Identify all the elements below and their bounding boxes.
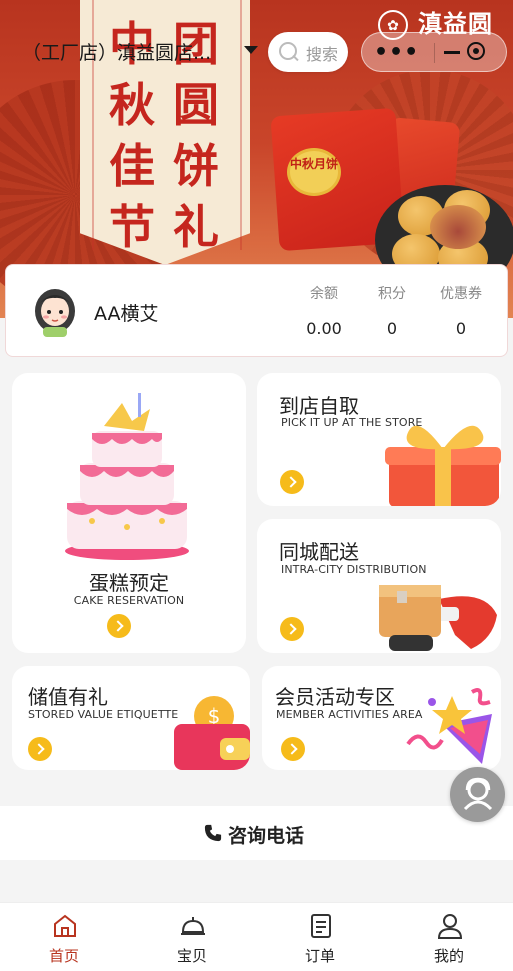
member-card[interactable]: AA横艾 余额 0.00 积分 0 优惠券 0 [5,264,508,357]
store-selector[interactable]: （工厂店）滇益圆店... [22,38,211,65]
mooncake-badge: 中秋月饼 [287,148,341,196]
tab-orders[interactable]: 订单 [256,903,384,971]
search-icon-handle [292,54,299,62]
dome-icon [181,917,205,935]
cake-title: 蛋糕预定 [89,571,169,595]
customer-service-icon [463,777,493,811]
tab-label-orders: 订单 [304,947,335,965]
close-target-icon[interactable] [467,42,485,60]
gift-box-illustration [385,425,501,506]
stored-value-card[interactable]: 储值有礼 STORED VALUE ETIQUETTE $ [12,666,250,770]
home-icon [54,914,76,937]
tab-products[interactable]: 宝贝 [128,903,256,971]
wallet-illustration: $ [174,696,250,770]
tab-label-products: 宝贝 [176,947,207,965]
arrow-right-icon[interactable] [281,737,305,761]
store-pickup-card[interactable]: 到店自取 PICK IT UP AT THE STORE [257,373,501,506]
intra-city-delivery-card[interactable]: 同城配送 INTRA-CITY DISTRIBUTION [257,519,501,653]
coupons-label: 优惠券 [440,286,482,302]
consult-label: 咨询电话 [228,825,305,847]
cake-subtitle: CAKE RESERVATION [73,594,185,607]
cake-illustration [65,393,189,560]
order-icon [311,914,331,938]
balance-value[interactable]: 0.00 [294,319,354,338]
customer-service-button[interactable] [450,767,505,822]
mini-program-capsule[interactable]: ••• [361,32,507,72]
delivery-title: 同城配送 [279,540,359,564]
points-label: 积分 [378,286,406,302]
consult-phone-bar[interactable]: 咨询电话 [0,806,513,860]
member-activities-subtitle: MEMBER ACTIVITIES AREA [276,708,423,721]
arrow-right-icon[interactable] [280,470,304,494]
search-placeholder: 搜索 [306,45,339,64]
caret-down-icon[interactable] [244,46,258,54]
arrow-right-icon[interactable] [280,617,304,641]
minimize-icon[interactable] [444,51,460,54]
party-popper-illustration [406,688,492,764]
tab-mine[interactable]: 我的 [385,903,513,971]
pickup-title: 到店自取 [279,394,359,418]
balance-label: 余额 [310,286,338,302]
coupons-value[interactable]: 0 [431,319,491,338]
delivery-box-illustration [379,585,497,651]
delivery-subtitle: INTRA-CITY DISTRIBUTION [281,563,427,576]
stored-value-title: 储值有礼 [28,685,108,709]
member-activities-title: 会员活动专区 [275,685,395,709]
avatar[interactable] [28,281,82,339]
mooncake-cut [430,205,486,249]
points-value[interactable]: 0 [362,319,422,338]
tab-label-mine: 我的 [433,947,464,965]
capsule-divider [434,43,435,63]
user-icon [437,914,463,939]
arrow-right-icon[interactable] [107,614,131,638]
stored-value-subtitle: STORED VALUE ETIQUETTE [28,708,179,721]
bottom-tab-bar: 首页 宝贝 订单 我的 [0,902,513,971]
tab-label-home: 首页 [48,947,79,965]
member-name: AA横艾 [94,303,159,325]
arrow-right-icon[interactable] [28,737,52,761]
cake-reservation-card[interactable]: 蛋糕预定 CAKE RESERVATION [12,373,246,653]
more-icon[interactable]: ••• [374,40,419,65]
tab-home[interactable]: 首页 [0,903,128,971]
phone-icon [204,824,222,842]
member-activities-card[interactable]: 会员活动专区 MEMBER ACTIVITIES AREA [262,666,501,770]
search-box[interactable]: 搜索 [268,32,348,72]
